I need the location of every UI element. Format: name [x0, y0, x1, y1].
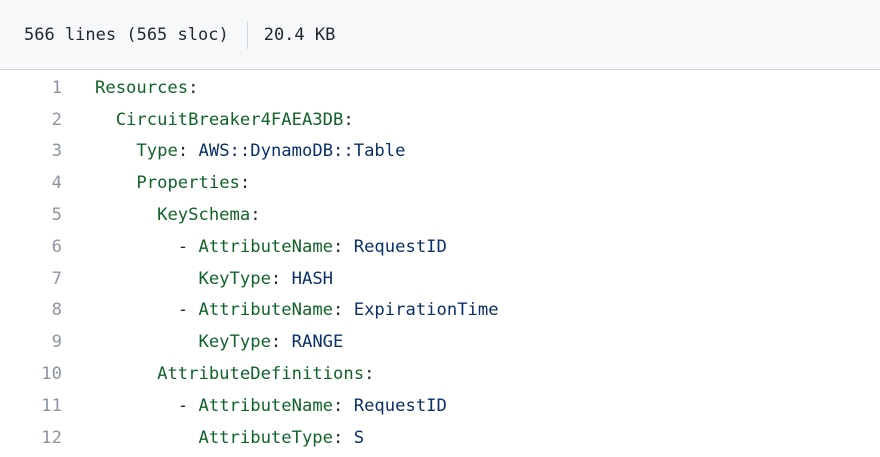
- line-code: AttributeType: S: [95, 428, 364, 448]
- yaml-colon: :: [333, 427, 354, 448]
- yaml-key: AttributeName: [198, 236, 334, 257]
- line-number[interactable]: 3: [0, 141, 62, 161]
- line-number[interactable]: 11: [0, 396, 62, 416]
- list-dash: -: [177, 236, 199, 257]
- header-divider: [246, 20, 248, 49]
- code-line: 9 KeyType: RANGE: [0, 326, 880, 358]
- list-dash: -: [177, 300, 199, 321]
- code-body: 1 Resources: 2 CircuitBreaker4FAEA3DB: 3 Ty…: [0, 71, 880, 457]
- line-number[interactable]: 9: [0, 332, 62, 352]
- list-dash: -: [177, 395, 199, 416]
- yaml-colon: :: [333, 300, 354, 321]
- code-line: 11 - AttributeName: RequestID: [0, 390, 880, 422]
- line-number[interactable]: 8: [0, 300, 62, 320]
- code-line: 1 Resources:: [0, 72, 880, 104]
- yaml-colon: :: [250, 205, 261, 226]
- line-code: - AttributeName: RequestID: [95, 237, 447, 257]
- file-view: 566 lines (565 sloc) 20.4 KB 1 Resources:…: [0, 0, 880, 457]
- line-code: AttributeDefinitions:: [95, 364, 374, 384]
- yaml-key: Resources: [95, 77, 189, 98]
- yaml-value: RequestID: [353, 236, 447, 257]
- file-info-header: 566 lines (565 sloc) 20.4 KB: [0, 0, 880, 70]
- code-line: 7 KeyType: HASH: [0, 263, 880, 295]
- yaml-value: HASH: [291, 268, 334, 289]
- file-size-label: 20.4 KB: [263, 24, 336, 45]
- line-code: KeySchema:: [95, 205, 261, 225]
- code-line: 6 - AttributeName: RequestID: [0, 231, 880, 263]
- yaml-value: RequestID: [353, 395, 447, 416]
- yaml-key: AttributeType: [198, 427, 334, 448]
- line-number[interactable]: 5: [0, 205, 62, 225]
- line-count-label: 566 lines (565 sloc): [24, 24, 229, 45]
- yaml-colon: :: [188, 77, 199, 98]
- yaml-colon: :: [343, 109, 354, 130]
- yaml-key: Type: [136, 141, 178, 162]
- yaml-key: KeyType: [198, 332, 271, 353]
- yaml-colon: :: [333, 395, 354, 416]
- line-number[interactable]: 12: [0, 428, 62, 448]
- line-number[interactable]: 4: [0, 173, 62, 193]
- code-line: 2 CircuitBreaker4FAEA3DB:: [0, 104, 880, 136]
- yaml-key: AttributeDefinitions: [157, 364, 365, 385]
- yaml-key: KeyType: [198, 268, 271, 289]
- line-code: Resources:: [95, 78, 199, 98]
- code-line: 3 Type: AWS::DynamoDB::Table: [0, 136, 880, 168]
- yaml-colon: :: [364, 364, 375, 385]
- code-line: 4 Properties:: [0, 167, 880, 199]
- yaml-key: CircuitBreaker4FAEA3DB: [115, 109, 344, 130]
- yaml-value: S: [353, 427, 365, 448]
- yaml-colon: :: [270, 268, 292, 289]
- yaml-value: RANGE: [291, 332, 344, 353]
- yaml-value: ExpirationTime: [353, 300, 499, 321]
- code-line: 8 - AttributeName: ExpirationTime: [0, 295, 880, 327]
- line-number[interactable]: 6: [0, 237, 62, 257]
- yaml-key: KeySchema: [157, 205, 251, 226]
- line-code: CircuitBreaker4FAEA3DB:: [95, 110, 354, 130]
- line-number[interactable]: 10: [0, 364, 62, 384]
- yaml-value: AWS::DynamoDB::Table: [198, 141, 406, 162]
- line-code: KeyType: HASH: [95, 269, 333, 289]
- code-line: 10 AttributeDefinitions:: [0, 358, 880, 390]
- line-code: KeyType: RANGE: [95, 332, 343, 352]
- yaml-colon: :: [239, 173, 251, 194]
- line-number[interactable]: 2: [0, 110, 62, 130]
- line-code: - AttributeName: ExpirationTime: [95, 300, 499, 320]
- yaml-key: AttributeName: [198, 300, 334, 321]
- code-line: 12 AttributeType: S: [0, 422, 880, 454]
- line-code: Properties:: [95, 173, 250, 193]
- yaml-colon: :: [270, 332, 292, 353]
- yaml-key: AttributeName: [198, 395, 334, 416]
- yaml-colon: :: [177, 141, 199, 162]
- line-code: Type: AWS::DynamoDB::Table: [95, 141, 405, 161]
- line-number[interactable]: 1: [0, 78, 62, 98]
- yaml-key: Properties: [136, 173, 240, 194]
- yaml-colon: :: [333, 236, 354, 257]
- line-number[interactable]: 7: [0, 269, 62, 289]
- code-line: 5 KeySchema:: [0, 199, 880, 231]
- line-code: - AttributeName: RequestID: [95, 396, 447, 416]
